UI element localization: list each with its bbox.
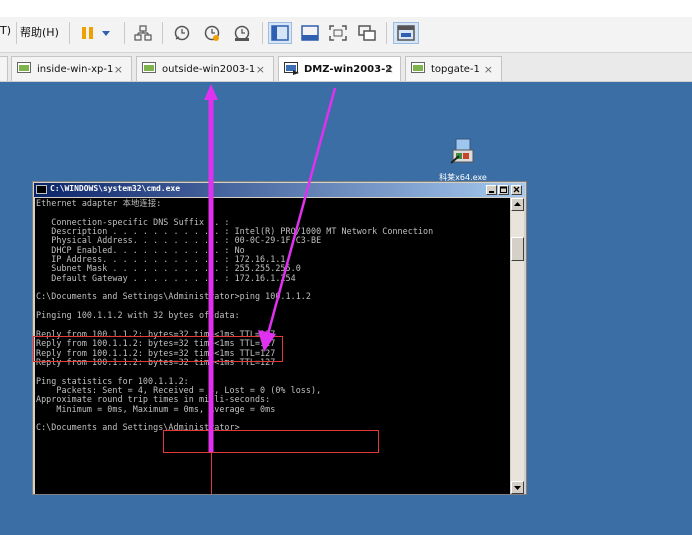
annotation-arrows [204, 84, 337, 452]
annotation-arrow-down [266, 87, 337, 335]
arrow-head-up-icon [204, 84, 218, 100]
arrow-head-down-icon [258, 330, 276, 352]
